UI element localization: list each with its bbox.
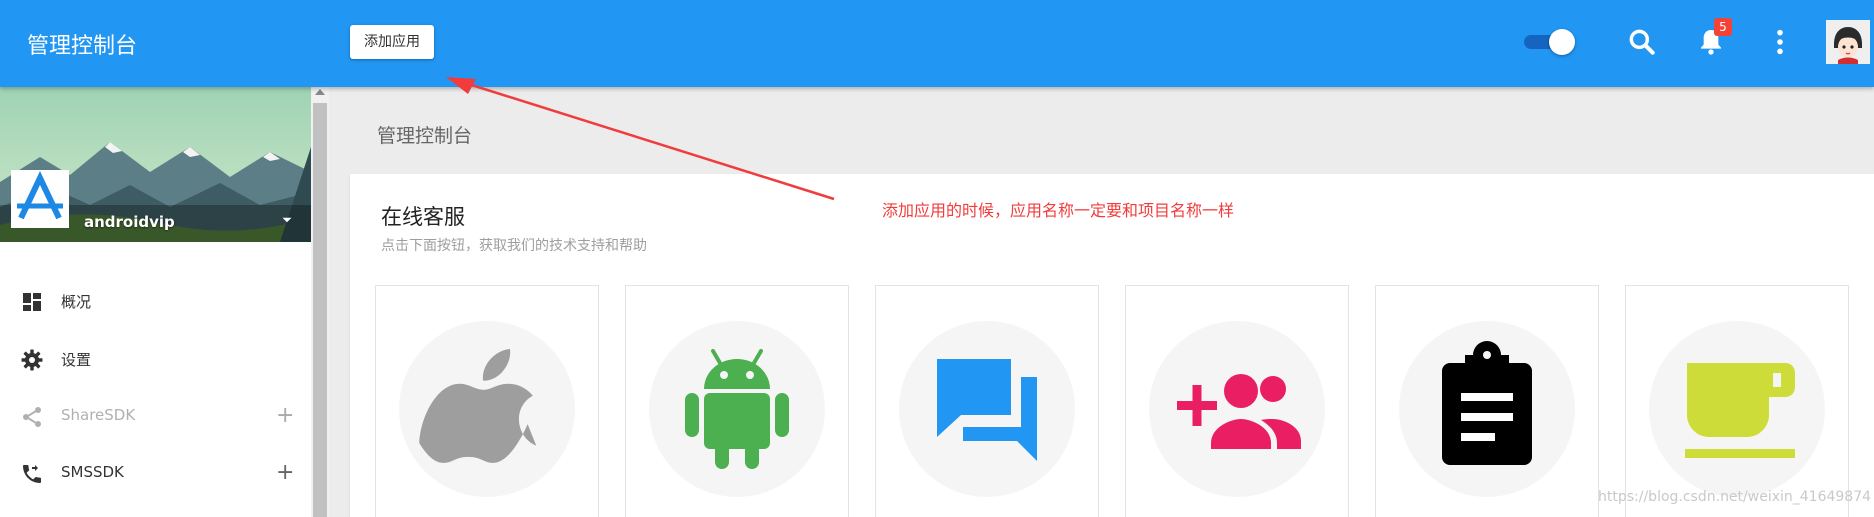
online-support-card: 在线客服 点击下面按钮，获取我们的技术支持和帮助 xyxy=(350,174,1874,517)
support-tile-chat[interactable] xyxy=(875,285,1099,517)
more-vert-icon[interactable] xyxy=(1764,26,1796,58)
sidebar-header: androidvip xyxy=(0,87,311,242)
add-app-button[interactable]: 添加应用 xyxy=(350,25,434,59)
tile-icon-circle xyxy=(1149,321,1325,497)
user-avatar[interactable] xyxy=(1826,20,1870,64)
coffee-cup-icon xyxy=(1685,363,1795,458)
tile-icon-circle xyxy=(399,321,575,497)
support-tile-feedback[interactable] xyxy=(1375,285,1599,517)
support-tile-ios[interactable] xyxy=(375,285,599,517)
scrollbar-thumb[interactable] xyxy=(313,103,327,517)
card-title: 在线客服 xyxy=(381,205,465,229)
gear-icon xyxy=(21,349,43,371)
sidebar-item-label: 概况 xyxy=(61,293,92,311)
sidebar-item-label: 设置 xyxy=(61,351,92,369)
chat-icon xyxy=(937,359,1037,461)
support-tile-group[interactable] xyxy=(1125,285,1349,517)
sidebar-scrollbar[interactable] xyxy=(311,87,329,517)
avatar-image xyxy=(1826,20,1870,64)
support-tile-coffee[interactable] xyxy=(1625,285,1849,517)
expand-plus-icon[interactable]: + xyxy=(276,403,294,428)
tile-icon-circle xyxy=(899,321,1075,497)
share-icon xyxy=(23,407,41,427)
android-icon xyxy=(685,349,789,469)
support-tile-android[interactable] xyxy=(625,285,849,517)
add-group-icon xyxy=(1177,374,1301,449)
app-title: 管理控制台 xyxy=(27,34,138,59)
project-name: androidvip xyxy=(84,213,175,231)
expand-plus-icon[interactable]: + xyxy=(276,460,294,485)
app-store-logo-icon xyxy=(11,170,69,228)
chevron-down-icon[interactable] xyxy=(278,211,296,229)
sidebar-item-smssdk[interactable]: SMSSDK + xyxy=(0,449,311,499)
sidebar-item-settings[interactable]: 设置 xyxy=(0,335,311,385)
tile-icon-circle xyxy=(649,321,825,497)
sidebar-item-label: SMSSDK xyxy=(61,463,124,481)
search-icon[interactable] xyxy=(1626,26,1658,58)
watermark: https://blog.csdn.net/weixin_41649874 xyxy=(1598,489,1872,505)
sidebar: androidvip 概况 设置 ShareSDK + SMSSDK + xyxy=(0,87,311,517)
sidebar-item-sharesdk[interactable]: ShareSDK + xyxy=(0,392,311,442)
tile-icon-circle xyxy=(1649,321,1825,497)
red-annotation-note: 添加应用的时候，应用名称一定要和项目名称一样 xyxy=(882,201,1235,220)
sidebar-item-overview[interactable]: 概况 xyxy=(0,277,311,327)
scroll-up-arrow-icon[interactable] xyxy=(315,89,325,95)
clipboard-icon xyxy=(1442,341,1532,465)
tile-icon-circle xyxy=(1399,321,1575,497)
breadcrumb: 管理控制台 xyxy=(377,125,473,147)
project-logo xyxy=(11,170,69,228)
theme-toggle[interactable] xyxy=(1524,29,1575,55)
dashboard-icon xyxy=(23,293,41,311)
toggle-thumb xyxy=(1549,29,1575,55)
apple-icon xyxy=(419,349,537,463)
notification-badge: 5 xyxy=(1714,18,1732,36)
phone-forward-icon xyxy=(23,465,41,483)
sidebar-item-label: ShareSDK xyxy=(61,406,136,424)
card-subtitle: 点击下面按钮，获取我们的技术支持和帮助 xyxy=(381,238,647,254)
top-app-bar: 管理控制台 添加应用 5 xyxy=(0,0,1874,87)
